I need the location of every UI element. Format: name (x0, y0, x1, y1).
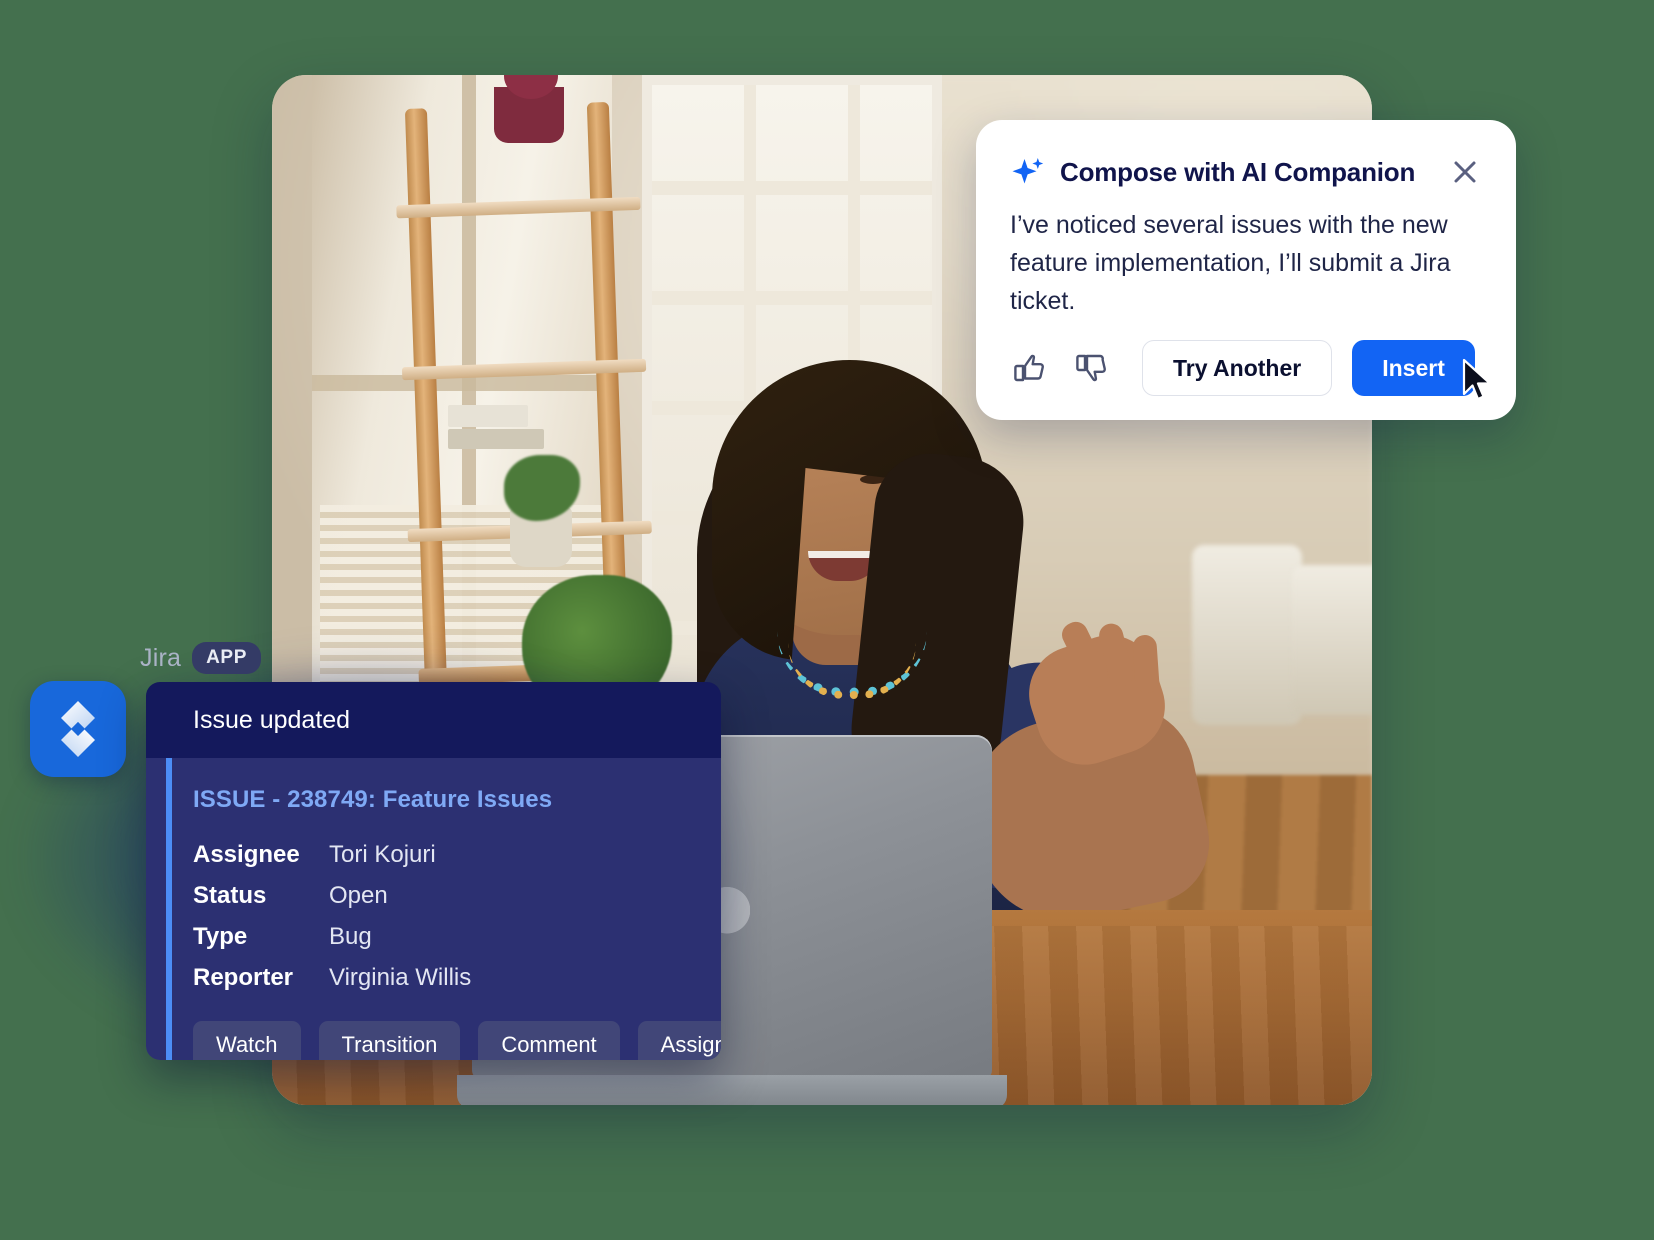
ai-panel-header: Compose with AI Companion (976, 120, 1516, 190)
jira-card-header-text: Issue updated (193, 705, 351, 734)
jira-field-row: Type Bug (193, 922, 701, 952)
jira-fields-list: Assignee Tori Kojuri Status Open Type Bug Repo… (193, 840, 701, 993)
thumbs-down-icon[interactable] (1072, 348, 1112, 388)
ai-sparkle-icon (1012, 158, 1044, 184)
jira-card-body: ISSUE - 238749: Feature Issues Assignee T… (146, 758, 721, 1060)
chair-1 (1192, 545, 1302, 725)
thumbs-up-icon[interactable] (1010, 348, 1050, 388)
ai-companion-panel: Compose with AI Companion I’ve noticed s… (976, 120, 1516, 420)
try-another-button[interactable]: Try Another (1142, 340, 1333, 396)
jira-field-row: Assignee Tori Kojuri (193, 840, 701, 870)
ai-suggestion-text: I’ve noticed several issues with the new… (1010, 211, 1451, 315)
jira-issue-link[interactable]: ISSUE - 238749: Feature Issues (193, 786, 701, 814)
jira-accent-bar (166, 758, 172, 1060)
jira-app-meta: Jira APP (140, 642, 261, 674)
book-1 (448, 405, 528, 427)
jira-action-watch-button[interactable]: Watch (193, 1021, 301, 1060)
jira-field-key: Reporter (193, 964, 294, 991)
jira-action-assign-button[interactable]: Assign (637, 1021, 721, 1060)
book-2 (448, 429, 544, 449)
jira-field-value: Virginia Willis (329, 964, 472, 991)
chair-2 (1292, 565, 1372, 715)
jira-action-transition-button[interactable]: Transition (318, 1021, 461, 1060)
jira-field-key: Assignee (193, 841, 300, 868)
jira-action-buttons: Watch Transition Comment Assign (193, 1021, 721, 1060)
jira-field-value: Tori Kojuri (329, 841, 436, 868)
jira-card-header: Issue updated (146, 682, 721, 758)
person-finger-3 (1132, 634, 1160, 694)
close-icon[interactable] (1448, 155, 1482, 189)
jira-app-name: Jira (140, 643, 182, 672)
jira-field-value: Open (329, 882, 388, 909)
jira-notification-card: Issue updated ISSUE - 238749: Feature Is… (146, 682, 721, 1060)
ai-panel-title: Compose with AI Companion (1060, 156, 1416, 187)
jira-mark (61, 701, 95, 757)
jira-app-badge: APP (192, 642, 261, 674)
jira-field-key: Status (193, 882, 267, 909)
insert-button[interactable]: Insert (1352, 340, 1475, 396)
ai-panel-actions: Try Another Insert (976, 320, 1516, 396)
jira-field-key: Type (193, 923, 248, 950)
jira-logo-icon (30, 681, 126, 777)
jira-field-row: Status Open (193, 881, 701, 911)
laptop-base (457, 1075, 1007, 1105)
jira-field-value: Bug (329, 923, 372, 950)
jira-field-row: Reporter Virginia Willis (193, 963, 701, 993)
jira-action-comment-button[interactable]: Comment (478, 1021, 620, 1060)
